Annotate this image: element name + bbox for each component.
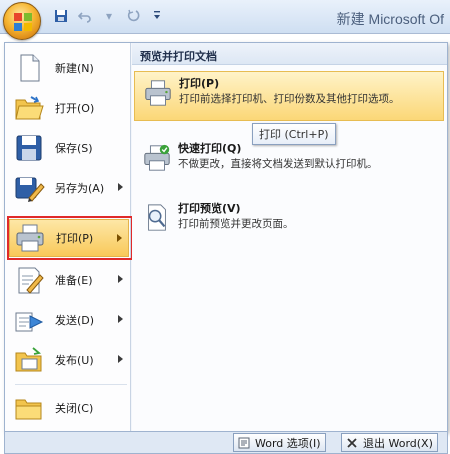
save-as-icon — [15, 177, 45, 202]
send-icon — [15, 312, 44, 332]
menu-item-open[interactable]: 打开(O) — [9, 89, 129, 127]
exit-word-button[interactable]: 退出 Word(X) — [341, 433, 438, 452]
printer-icon — [145, 80, 171, 106]
print-tooltip: 打印 (Ctrl+P) — [252, 123, 336, 145]
open-folder-icon — [15, 96, 44, 120]
window-title: 新建 Microsoft Of — [336, 11, 444, 27]
word-options-label: Word 选项(I) — [255, 436, 321, 450]
submenu-item-title: 打印预览(V) — [178, 202, 241, 215]
submenu-item-description: 打印前选择打印机、打印份数及其他打印选项。 — [179, 93, 400, 105]
submenu-arrow-icon — [118, 355, 123, 363]
undo-icon[interactable] — [74, 7, 96, 25]
print-preview-icon — [148, 204, 166, 231]
submenu-item-print[interactable]: 打印(P) 打印前选择打印机、打印份数及其他打印选项。 — [134, 71, 444, 121]
options-icon — [237, 436, 251, 450]
menu-item-publish[interactable]: 发布(U) — [9, 341, 129, 379]
menu-item-label: 发送(D) — [55, 314, 95, 327]
office-menu-commands: 新建(N) 打开(O) 保存(S) 另存为(A) 打印(P) 准备(E) 发送(… — [5, 43, 131, 431]
menu-item-new[interactable]: 新建(N) — [9, 49, 129, 87]
close-folder-icon — [15, 399, 42, 420]
quick-print-icon — [144, 144, 170, 171]
exit-word-label: 退出 Word(X) — [363, 436, 433, 450]
office-menu: 新建(N) 打开(O) 保存(S) 另存为(A) 打印(P) 准备(E) 发送(… — [4, 42, 448, 432]
submenu-arrow-icon — [118, 183, 123, 191]
submenu-item-title: 打印(P) — [179, 77, 220, 90]
print-submenu: 预览并打印文档 打印(P) 打印前选择打印机、打印份数及其他打印选项。 快速打印… — [132, 43, 447, 431]
submenu-arrow-icon — [118, 275, 123, 283]
menu-separator — [15, 384, 127, 385]
word-options-button[interactable]: Word 选项(I) — [233, 433, 326, 452]
menu-item-label: 保存(S) — [55, 142, 93, 155]
menu-item-label: 另存为(A) — [55, 182, 105, 195]
menu-item-label: 打开(O) — [55, 102, 95, 115]
menu-item-prepare[interactable]: 准备(E) — [9, 261, 129, 299]
undo-dropdown-icon[interactable]: ▾ — [98, 7, 120, 25]
close-icon — [345, 436, 359, 450]
menu-item-label: 新建(N) — [55, 62, 94, 75]
office-logo-icon — [14, 13, 32, 31]
new-document-icon — [20, 54, 40, 82]
submenu-item-print-preview[interactable]: 打印预览(V) 打印前预览并更改页面。 — [134, 197, 444, 241]
menu-item-close[interactable]: 关闭(C) — [9, 389, 129, 427]
submenu-item-description: 打印前预览并更改页面。 — [178, 218, 294, 230]
save-disk-icon — [16, 135, 42, 161]
quick-access-toolbar: ▾ — [48, 7, 168, 25]
save-icon[interactable] — [50, 7, 72, 25]
menu-item-save[interactable]: 保存(S) — [9, 129, 129, 167]
office-button[interactable] — [3, 2, 41, 40]
submenu-arrow-icon — [117, 234, 122, 242]
menu-item-print[interactable]: 打印(P) — [9, 219, 129, 257]
submenu-header: 预览并打印文档 — [132, 43, 447, 65]
menu-item-send[interactable]: 发送(D) — [9, 301, 129, 339]
menu-item-label: 准备(E) — [55, 274, 93, 287]
menu-item-label: 发布(U) — [55, 354, 94, 367]
title-bar: ▾ 新建 Microsoft Of — [0, 0, 450, 34]
office-menu-footer: Word 选项(I) 退出 Word(X) — [4, 432, 448, 454]
menu-item-label: 关闭(C) — [55, 402, 94, 415]
submenu-item-description: 不做更改，直接将文档发送到默认打印机。 — [178, 158, 378, 170]
printer-icon — [16, 224, 44, 252]
redo-icon[interactable] — [122, 7, 144, 25]
publish-icon — [15, 347, 42, 372]
submenu-arrow-icon — [118, 315, 123, 323]
menu-item-label: 打印(P) — [56, 232, 94, 245]
prepare-icon — [18, 267, 44, 294]
menu-item-save-as[interactable]: 另存为(A) — [9, 169, 129, 207]
customize-dropdown-icon[interactable] — [146, 7, 168, 25]
